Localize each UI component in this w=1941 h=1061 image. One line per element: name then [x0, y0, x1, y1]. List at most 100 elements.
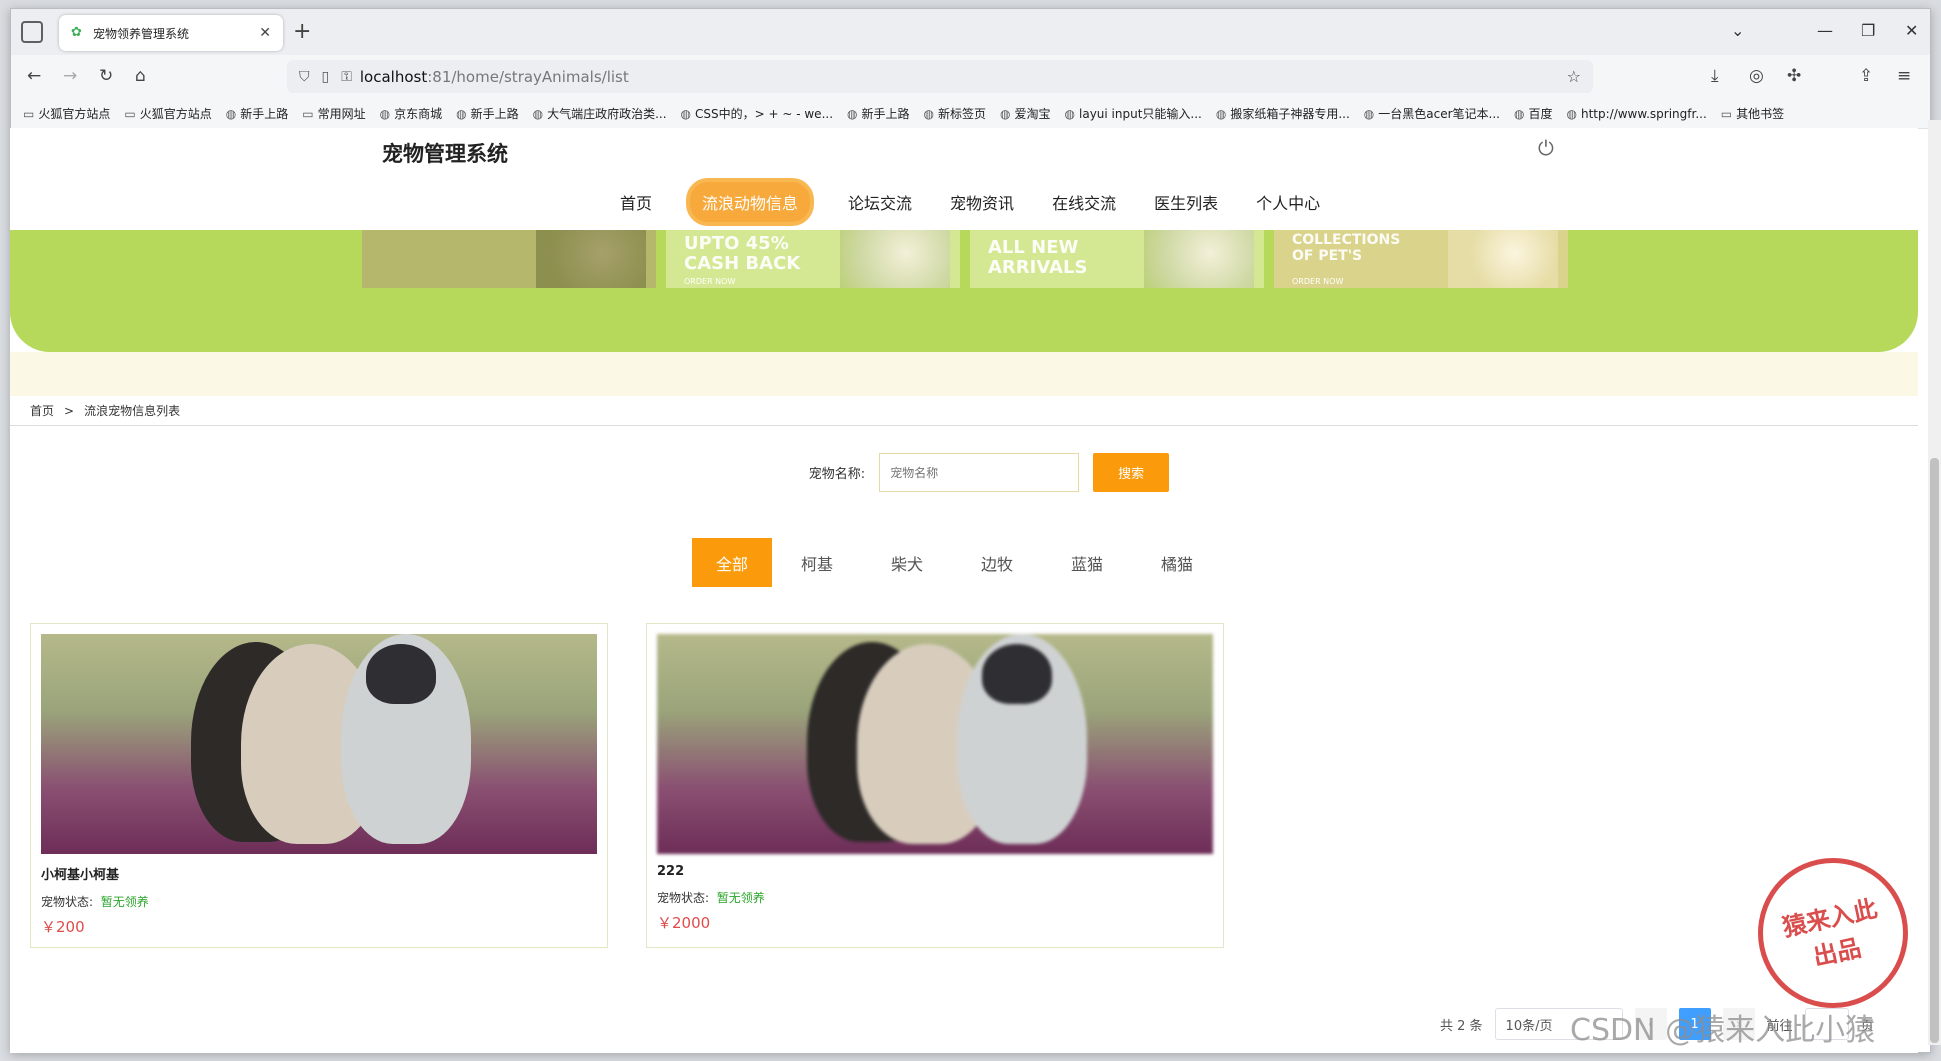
site-header: 宠物管理系统 ⏻ 首页 流浪动物信息 论坛交流 宠物资讯 在线交流 医生列表 个人中心	[10, 128, 1918, 230]
tab-title: 宠物领养管理系统	[93, 26, 190, 41]
bookmark-item[interactable]: ◍ 一台黑色acer笔记本...	[1364, 105, 1500, 122]
sidebar-toggle-icon[interactable]	[21, 21, 43, 43]
leaf-icon: ✿	[71, 25, 82, 40]
page-icon: ▯	[321, 68, 330, 85]
bookmark-label: 大气端庄政府政治类...	[547, 107, 667, 121]
restore-icon[interactable]: ❐	[1861, 21, 1875, 40]
account-icon[interactable]: ◎	[1749, 66, 1764, 86]
breadcrumb: 首页 > 流浪宠物信息列表	[10, 396, 1918, 426]
banner-card-1[interactable]	[362, 230, 656, 288]
globe-icon: ◍	[923, 106, 934, 121]
banner-card-4[interactable]: COLLECTIONS OF PET'S ORDER NOW	[1274, 230, 1568, 288]
nav-bar: ← → ↻ ⌂ ⛉ ▯ ⚿ localhost:81/home/strayAni…	[11, 55, 1930, 99]
tab-strip: ✿ 宠物领养管理系统 ✕ + ⌄ — ❐ ✕	[11, 9, 1930, 55]
app-menu-icon[interactable]: ≡	[1897, 66, 1911, 86]
bookmark-star-icon[interactable]: ☆	[1567, 67, 1581, 86]
power-icon[interactable]: ⏻	[1538, 136, 1554, 160]
bookmark-item[interactable]: ◍ http://www.springfr...	[1567, 107, 1707, 121]
bookmark-item[interactable]: ◍ 新手上路	[456, 105, 519, 122]
filter-tab[interactable]: 橘猫	[1132, 538, 1222, 587]
page-scrollbar-thumb[interactable]	[1930, 458, 1939, 1043]
filter-tab[interactable]: 柯基	[772, 538, 862, 587]
menu-item[interactable]: 宠物资讯	[950, 190, 1014, 214]
bookmark-label: 火狐官方站点	[38, 107, 111, 121]
bookmark-item[interactable]: ◍ 爱淘宝	[1000, 105, 1051, 122]
bookmark-item[interactable]: ◍ 百度	[1514, 105, 1553, 122]
decorative-strip	[10, 352, 1918, 396]
globe-icon: ◍	[1064, 106, 1075, 121]
pet-status-label: 宠物状态:	[657, 891, 710, 905]
back-icon[interactable]: ←	[27, 66, 41, 86]
banner-2-line1: UPTO 45%	[684, 233, 789, 254]
download-icon[interactable]: ⤓	[1711, 66, 1719, 86]
url-bar[interactable]: ⛉ ▯ ⚿ localhost:81/home/strayAnimals/lis…	[287, 60, 1593, 93]
bookmarks-bar: ▭ 火狐官方站点 ▭ 火狐官方站点 ◍ 新手上路 ▭ 常用网址 ◍ 京东商城 ◍ 新手上路 ◍ 大气端庄政…	[11, 99, 1930, 129]
new-tab-icon[interactable]: +	[293, 19, 311, 44]
pet-card[interactable]: 小柯基小柯基 宠物状态: 暂无领养 ￥200	[30, 623, 608, 948]
bookmark-item[interactable]: ◍ 大气端庄政府政治类...	[533, 105, 667, 122]
bookmark-label: 新标签页	[938, 107, 987, 121]
bookmark-item[interactable]: ◍ 新手上路	[847, 105, 910, 122]
banner-card-2[interactable]: UPTO 45% CASH BACK ORDER NOW	[666, 230, 960, 288]
reload-icon[interactable]: ↻	[99, 66, 113, 86]
pet-card[interactable]: 222 宠物状态: 暂无领养 ￥2000	[646, 623, 1224, 948]
bookmark-item[interactable]: ▭ 其他书签	[1721, 105, 1784, 122]
bookmark-label: CSS中的，> + ~ - we...	[695, 107, 834, 121]
folder-icon: ▭	[302, 106, 314, 121]
watermark: CSDN @猿来入此小猿	[1570, 1013, 1876, 1048]
extension-icon[interactable]: ✣	[1787, 66, 1801, 86]
bookmark-item[interactable]: ◍ 新手上路	[226, 105, 289, 122]
menu-item[interactable]: 论坛交流	[848, 190, 912, 214]
banner-2-sub: ORDER NOW	[684, 277, 736, 286]
filter-tab[interactable]: 全部	[692, 538, 772, 587]
banner-2-line2: CASH BACK	[684, 253, 801, 274]
banner-card-3[interactable]: ALL NEW ARRIVALS	[970, 230, 1264, 288]
bookmark-item[interactable]: ◍ CSS中的，> + ~ - we...	[681, 105, 834, 122]
globe-icon: ◍	[456, 106, 467, 121]
shield-icon[interactable]: ⛉	[299, 69, 310, 85]
forward-icon[interactable]: →	[63, 66, 77, 86]
pet-card-list: 小柯基小柯基 宠物状态: 暂无领养 ￥200 222 宠物状态: 暂无领养 ￥2…	[30, 623, 1224, 948]
hero-banner: UPTO 45% CASH BACK ORDER NOW ALL NEW ARRIV…	[10, 230, 1918, 352]
search-label: 宠物名称:	[808, 467, 866, 482]
pager-total: 共 2 条	[1440, 1018, 1483, 1034]
share-icon[interactable]: ⇪	[1859, 66, 1873, 86]
pet-photo[interactable]	[657, 634, 1213, 854]
bookmark-item[interactable]: ▭ 火狐官方站点	[23, 105, 110, 122]
bookmark-item[interactable]: ▭ 火狐官方站点	[124, 105, 211, 122]
banner-4-sub: ORDER NOW	[1292, 277, 1344, 286]
bookmark-label: 一台黑色acer笔记本...	[1378, 107, 1500, 121]
url-path: :81/home/strayAnimals/list	[427, 67, 629, 86]
close-window-icon[interactable]: ✕	[1905, 21, 1918, 40]
filter-tab[interactable]: 边牧	[952, 538, 1042, 587]
bookmark-label: layui input只能输入...	[1079, 107, 1202, 121]
page-size-value: 10条/页	[1505, 1018, 1553, 1034]
menu-item[interactable]: 医生列表	[1154, 190, 1218, 214]
globe-icon: ◍	[680, 106, 691, 121]
tab-list-chevron-icon[interactable]: ⌄	[1731, 21, 1744, 40]
web-page: 宠物管理系统 ⏻ 首页 流浪动物信息 论坛交流 宠物资讯 在线交流 医生列表 个人中心 UP…	[10, 128, 1918, 1053]
bookmark-item[interactable]: ◍ 京东商城	[380, 105, 443, 122]
folder-icon: ▭	[23, 106, 35, 121]
bookmark-item[interactable]: ◍ 新标签页	[924, 105, 987, 122]
home-icon[interactable]: ⌂	[135, 66, 146, 86]
pet-photo[interactable]	[41, 634, 597, 854]
bookmark-item[interactable]: ◍ 搬家纸箱子神器专用...	[1216, 105, 1350, 122]
menu-item[interactable]: 流浪动物信息	[690, 182, 811, 222]
minimize-icon[interactable]: —	[1817, 21, 1833, 40]
menu-item[interactable]: 首页	[620, 190, 652, 214]
key-icon[interactable]: ⚿	[341, 69, 352, 85]
filter-tab[interactable]: 柴犬	[862, 538, 952, 587]
search-input[interactable]	[879, 453, 1080, 492]
bookmark-item[interactable]: ▭ 常用网址	[302, 105, 365, 122]
bookmark-label: 新手上路	[240, 107, 289, 121]
close-tab-icon[interactable]: ✕	[259, 25, 271, 41]
bookmark-item[interactable]: ◍ layui input只能输入...	[1065, 105, 1202, 122]
browser-tab[interactable]: ✿ 宠物领养管理系统 ✕	[59, 15, 283, 51]
filter-tab[interactable]: 蓝猫	[1042, 538, 1132, 587]
breadcrumb-home[interactable]: 首页	[30, 402, 54, 419]
search-bar: 宠物名称: 搜索	[10, 453, 1918, 492]
menu-item[interactable]: 个人中心	[1256, 190, 1320, 214]
search-button[interactable]: 搜索	[1093, 453, 1170, 492]
menu-item[interactable]: 在线交流	[1052, 190, 1116, 214]
